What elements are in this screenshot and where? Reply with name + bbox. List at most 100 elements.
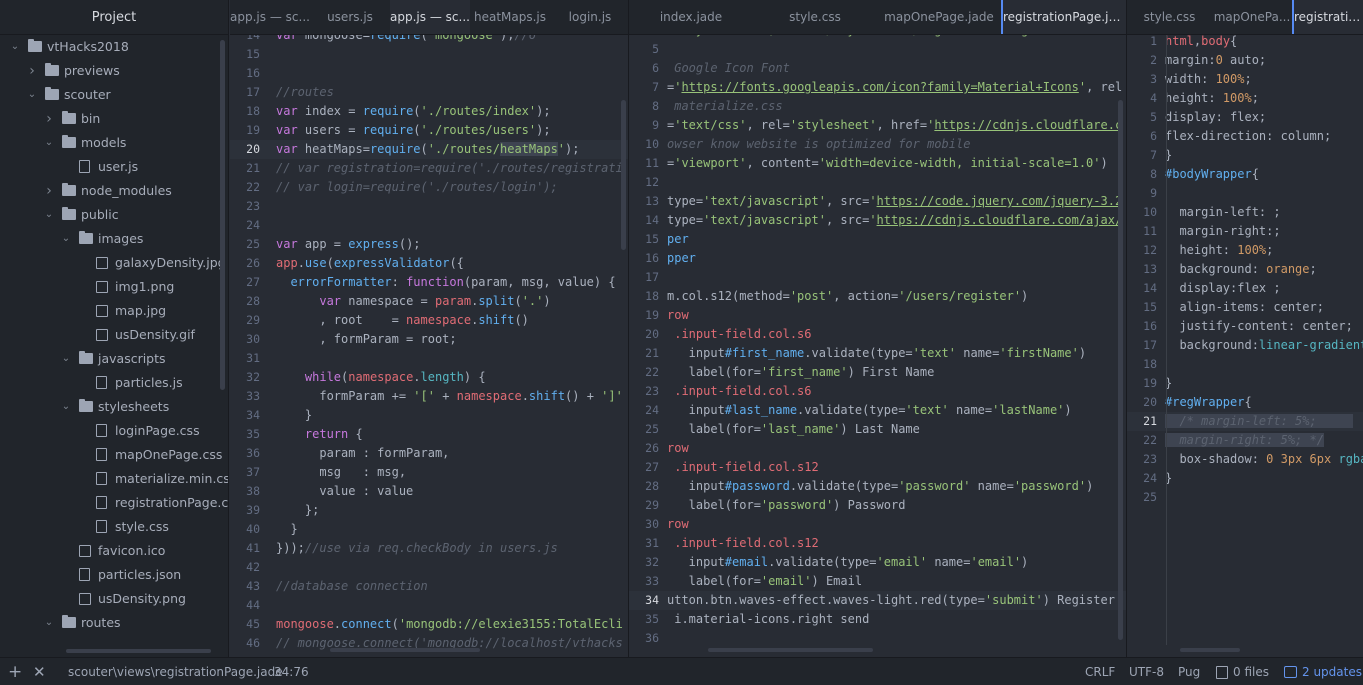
chevron-down-icon[interactable]: ⌄ <box>44 131 54 155</box>
code-line[interactable]: // var login=require('./routes/login'); <box>276 178 558 197</box>
tree-file[interactable]: galaxyDensity.jpg <box>0 251 228 275</box>
code-line[interactable]: .input-field.col.s6 <box>667 325 811 344</box>
tree-folder[interactable]: ⌄ vtHacks2018 <box>0 35 228 59</box>
code-line[interactable]: flex-direction: column; <box>1165 127 1331 146</box>
encoding[interactable]: UTF-8 <box>1129 658 1164 685</box>
chevron-down-icon[interactable]: ⌄ <box>10 35 20 59</box>
editor-tab[interactable]: style.css <box>753 0 877 34</box>
tree-file[interactable]: style.css <box>0 515 228 539</box>
code-line[interactable]: row <box>667 515 689 534</box>
code-line[interactable]: .input-field.col.s12 <box>667 458 819 477</box>
code-line[interactable]: type='text/javascript', src='https://cdn… <box>667 211 1122 230</box>
code-line[interactable]: while(namespace.length) { <box>276 368 486 387</box>
code-line[interactable]: } <box>276 520 297 539</box>
tree-folder[interactable]: › bin <box>0 107 228 131</box>
code-line[interactable]: //routes <box>276 83 334 102</box>
chevron-down-icon[interactable]: ⌄ <box>27 83 37 107</box>
code-line[interactable]: .input-field.col.s12 <box>667 534 819 553</box>
tree-file[interactable]: particles.js <box>0 371 228 395</box>
pane-middle-scrollbar[interactable] <box>1118 100 1123 640</box>
chevron-right-icon[interactable]: › <box>27 59 37 83</box>
tree-folder[interactable]: ⌄ models <box>0 131 228 155</box>
editor-tab[interactable]: index.jade <box>629 0 753 34</box>
tree-folder[interactable]: › node_modules <box>0 179 228 203</box>
git-files[interactable]: 0 files <box>1233 658 1269 685</box>
tree-folder[interactable]: ⌄ images <box>0 227 228 251</box>
tree-file[interactable]: mapOnePage.css <box>0 443 228 467</box>
code-line[interactable]: margin-right: 5%; */ <box>1165 431 1324 450</box>
code-line[interactable]: app.use(expressValidator({ <box>276 254 464 273</box>
grammar[interactable]: Pug <box>1178 658 1200 685</box>
code-line[interactable]: }));//use via req.checkBody in users.js <box>276 539 558 558</box>
tree-file[interactable]: loginPage.css <box>0 419 228 443</box>
editor-tab[interactable]: registrationPage.ja... <box>1001 0 1126 34</box>
code-line[interactable]: per <box>667 230 689 249</box>
code-line[interactable]: row <box>667 439 689 458</box>
editor-tab[interactable]: mapOnePa... <box>1212 0 1292 34</box>
tree-folder[interactable]: ⌄ stylesheets <box>0 395 228 419</box>
pane-left-hscrollbar[interactable] <box>330 648 480 652</box>
tree-file[interactable]: usDensity.gif <box>0 323 228 347</box>
pane-middle-hscrollbar[interactable] <box>708 648 873 652</box>
code-line[interactable]: ='https://fonts.googleapis.com/icon?fami… <box>667 78 1122 97</box>
code-line[interactable]: margin-left: ; <box>1165 203 1280 222</box>
code-line[interactable]: , formParam = root; <box>276 330 456 349</box>
add-icon[interactable]: + <box>8 658 22 685</box>
tree-folder[interactable]: ⌄ javascripts <box>0 347 228 371</box>
tree-file[interactable]: particles.json <box>0 563 228 587</box>
tree-file[interactable]: registrationPage.css <box>0 491 228 515</box>
code-line[interactable]: input#last_name.validate(type='text' nam… <box>667 401 1072 420</box>
code-line[interactable]: , root = namespace.shift() <box>276 311 529 330</box>
code-line[interactable]: formParam += '[' + namespace.shift() + '… <box>276 387 623 406</box>
editor-tab[interactable]: style.css <box>1127 0 1212 34</box>
updates-link[interactable]: 2 updates <box>1302 658 1362 685</box>
code-line[interactable]: label(for='last_name') Last Name <box>667 420 920 439</box>
code-line[interactable]: #regWrapper{ <box>1165 393 1252 412</box>
tree-folder[interactable]: › previews <box>0 59 228 83</box>
editor-tab[interactable]: app.js — sc... <box>390 0 470 34</box>
code-line[interactable]: height: 100%; <box>1165 241 1273 260</box>
code-line[interactable]: input#password.validate(type='password' … <box>667 477 1094 496</box>
tree-file[interactable]: user.js <box>0 155 228 179</box>
code-line[interactable]: label(for='password') Password <box>667 496 906 515</box>
code-line[interactable]: /* margin-left: 5%; <box>1165 412 1353 431</box>
code-line[interactable]: row <box>667 306 689 325</box>
code-line[interactable]: var namespace = param.split('.') <box>276 292 550 311</box>
code-line[interactable]: .input-field.col.s6 <box>667 382 811 401</box>
cursor-position[interactable]: 34:76 <box>274 658 309 685</box>
code-line[interactable]: value : value <box>276 482 413 501</box>
code-line[interactable]: var mongoose=require('mongoose');//6 <box>276 35 536 45</box>
code-line[interactable]: msg : msg, <box>276 463 406 482</box>
code-line[interactable]: ='viewport', content='width=device-width… <box>667 154 1108 173</box>
code-line[interactable]: var heatMaps=require('./routes/heatMaps'… <box>276 140 579 159</box>
tree-hscrollbar[interactable] <box>66 649 211 653</box>
editor-tab[interactable]: heatMaps.js <box>470 0 550 34</box>
code-line[interactable]: label(for='first_name') First Name <box>667 363 935 382</box>
editor-pane-registration-css[interactable]: 1 html,body{2 margin:0 auto; 3 width: 100%; 4… <box>1127 35 1363 657</box>
code-line[interactable]: background: orange; <box>1165 260 1316 279</box>
editor-pane-app-js[interactable]: 14 var mongoose=require('mongoose');//6 15… <box>230 35 628 657</box>
tree-folder[interactable]: ⌄ routes <box>0 611 228 635</box>
code-line[interactable]: html,body{ <box>1165 35 1237 51</box>
editor-tab[interactable]: login.js <box>550 0 628 34</box>
code-line[interactable]: align-items: center; <box>1165 298 1324 317</box>
chevron-down-icon[interactable]: ⌄ <box>61 347 71 371</box>
code-line[interactable]: display:flex ; <box>1165 279 1280 298</box>
code-line[interactable]: return { <box>276 425 363 444</box>
code-line[interactable]: i.material-icons.right send <box>667 610 869 629</box>
editor-tab[interactable]: mapOnePage.jade <box>877 0 1001 34</box>
code-line[interactable]: label(for='email') Email <box>667 572 862 591</box>
code-line[interactable]: errorFormatter: function(param, msg, val… <box>276 273 615 292</box>
code-line[interactable]: var app = express(); <box>276 235 421 254</box>
code-line[interactable]: param : formParam, <box>276 444 449 463</box>
editor-tab[interactable]: app.js — sc... <box>230 0 310 34</box>
code-line[interactable]: type='text/javascript', src='https://cod… <box>667 192 1122 211</box>
chevron-right-icon[interactable]: › <box>44 179 54 203</box>
code-line[interactable]: //database connection <box>276 577 428 596</box>
chevron-down-icon[interactable]: ⌄ <box>61 227 71 251</box>
pane-right-hscrollbar[interactable] <box>1180 648 1240 652</box>
code-line[interactable]: pper <box>667 249 696 268</box>
line-ending[interactable]: CRLF <box>1085 658 1115 685</box>
editor-tab[interactable]: registration <box>1292 0 1363 34</box>
code-line[interactable]: width: 100%; <box>1165 70 1252 89</box>
